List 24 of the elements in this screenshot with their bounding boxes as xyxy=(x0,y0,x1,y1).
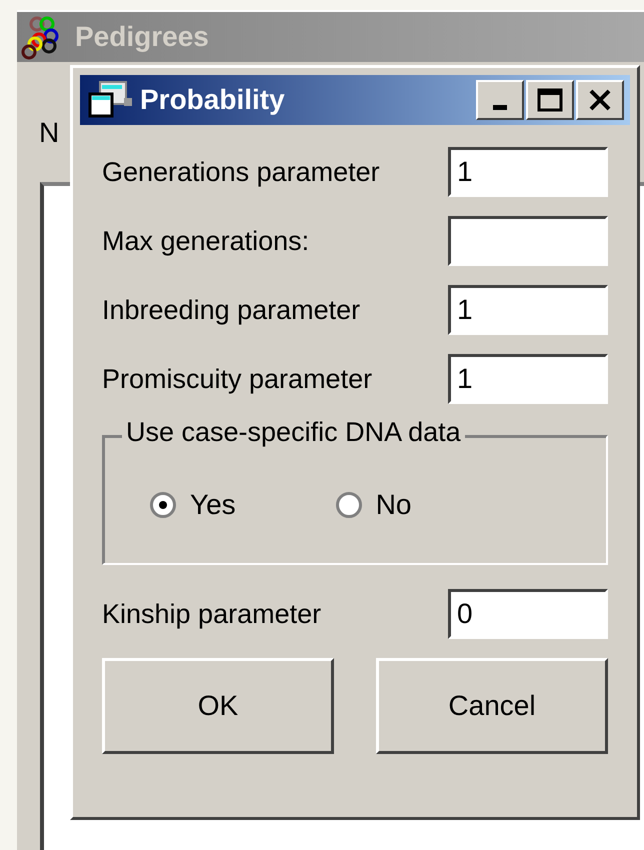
field-label: Max generations: xyxy=(102,226,310,256)
window-icon xyxy=(88,80,134,120)
radio-option[interactable]: Yes xyxy=(150,489,236,521)
input-field[interactable]: 1 xyxy=(448,354,608,404)
dialog-button[interactable]: OK xyxy=(102,658,334,754)
window-title: Pedigrees xyxy=(75,21,209,53)
input-field[interactable]: 0 xyxy=(448,589,608,639)
field-label: Kinship parameter xyxy=(102,598,322,630)
field-label: N xyxy=(39,117,60,149)
minimize-icon xyxy=(493,104,507,110)
input-field[interactable]: 1 xyxy=(448,285,608,335)
close-icon xyxy=(588,89,612,111)
minimize-button[interactable] xyxy=(476,80,524,120)
dialog-title: Probability xyxy=(140,84,286,116)
input-field[interactable]: 1 xyxy=(448,147,608,197)
field-label: Generations parameter xyxy=(102,156,380,188)
dialog-button[interactable]: Cancel xyxy=(376,658,608,754)
close-button[interactable] xyxy=(576,80,624,120)
input-field[interactable] xyxy=(448,216,608,266)
maximize-button[interactable] xyxy=(526,80,574,120)
field-label: Inbreeding parameter xyxy=(102,294,360,326)
field-label: Promiscuity parameter xyxy=(102,364,372,394)
maximize-icon xyxy=(537,88,563,112)
radio-option[interactable]: No xyxy=(336,489,412,521)
